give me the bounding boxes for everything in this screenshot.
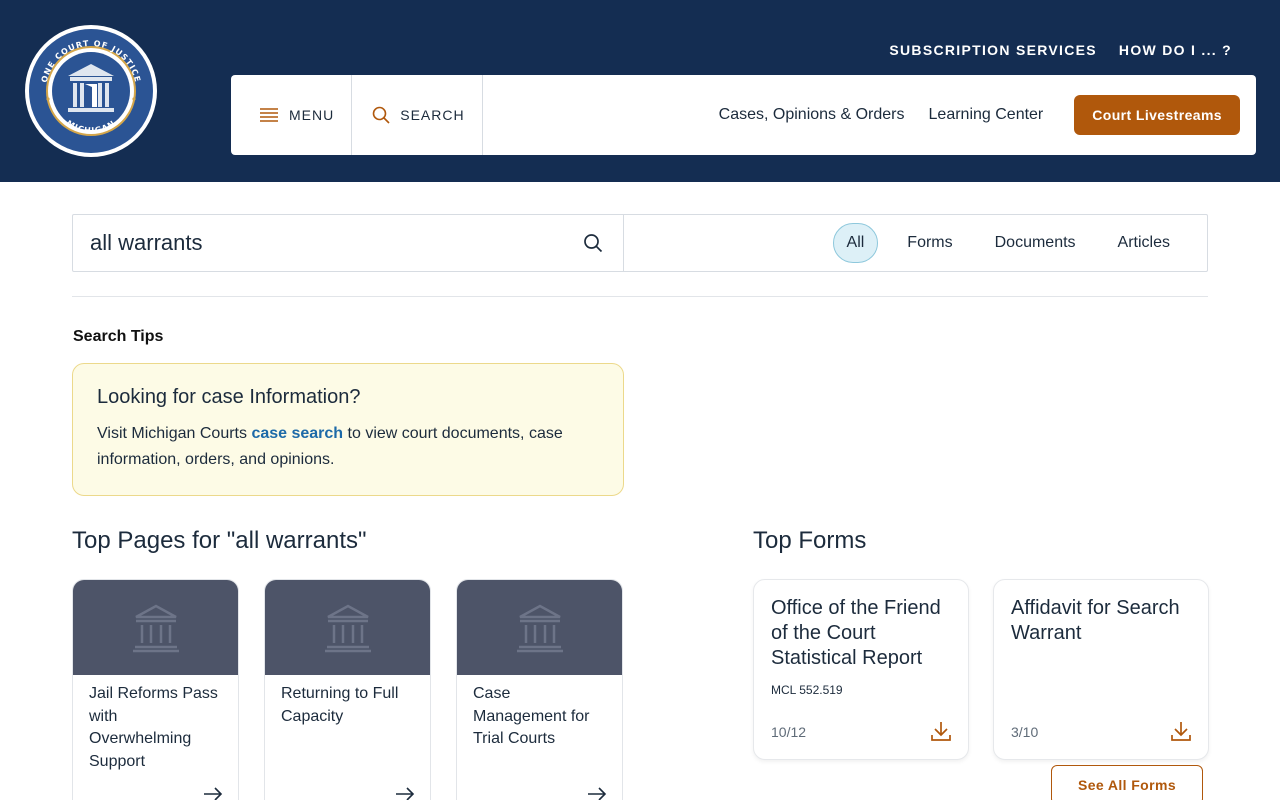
search-icon	[372, 106, 390, 124]
courthouse-icon	[324, 604, 371, 652]
arrow-right-icon	[588, 787, 607, 800]
download-icon[interactable]	[931, 720, 951, 742]
form-card[interactable]: Affidavit for Search Warrant 3/10	[993, 579, 1209, 760]
search-label: SEARCH	[400, 107, 465, 123]
page-card-title: Case Management for Trial Courts	[473, 685, 590, 747]
tip-text-before: Visit Michigan Courts	[97, 425, 252, 442]
filter-articles[interactable]: Articles	[1097, 223, 1191, 263]
utility-nav: SUBSCRIPTION SERVICES HOW DO I ... ?	[889, 42, 1232, 58]
case-search-link[interactable]: case search	[251, 425, 343, 442]
form-card-date: 3/10	[1011, 724, 1039, 740]
top-pages-heading: Top Pages for "all warrants"	[72, 527, 367, 554]
how-do-i-link[interactable]: HOW DO I ... ?	[1119, 42, 1232, 58]
form-card[interactable]: Office of the Friend of the Court Statis…	[753, 579, 969, 760]
see-all-forms-button[interactable]: See All Forms	[1051, 765, 1203, 800]
form-card-title: Affidavit for Search Warrant	[1011, 597, 1180, 644]
arrow-right-icon	[396, 787, 415, 800]
tip-card-text: Visit Michigan Courts case search to vie…	[97, 421, 599, 473]
filter-forms[interactable]: Forms	[886, 223, 973, 263]
court-livestreams-button[interactable]: Court Livestreams	[1074, 95, 1240, 135]
search-toggle-button[interactable]: SEARCH	[352, 75, 483, 155]
courthouse-icon	[132, 604, 179, 652]
case-info-tip-card: Looking for case Information? Visit Mich…	[72, 363, 624, 496]
form-card-title: Office of the Friend of the Court Statis…	[771, 597, 941, 669]
primary-links: Cases, Opinions & Orders Learning Center…	[719, 95, 1256, 135]
search-field-wrapper	[73, 215, 624, 271]
form-card-code: MCL 552.519	[771, 683, 843, 697]
form-card-date: 10/12	[771, 724, 807, 740]
court-seal-logo[interactable]: ONE COURT OF JUSTICE MICHIGAN	[24, 24, 158, 158]
cases-opinions-orders-link[interactable]: Cases, Opinions & Orders	[719, 106, 905, 124]
arrow-right-icon	[204, 787, 223, 800]
menu-button[interactable]: MENU	[231, 75, 353, 155]
search-filter-tabs: All Forms Documents Articles	[624, 215, 1207, 271]
search-submit-icon[interactable]	[583, 233, 603, 253]
search-tips-heading: Search Tips	[73, 328, 164, 345]
filter-documents[interactable]: Documents	[974, 223, 1097, 263]
page-card[interactable]: Returning to Full Capacity	[264, 579, 431, 800]
search-input[interactable]	[90, 230, 583, 256]
hamburger-icon	[260, 108, 278, 122]
page-card[interactable]: Case Management for Trial Courts	[456, 579, 623, 800]
page-card-thumbnail	[73, 580, 238, 675]
menu-label: MENU	[289, 107, 335, 123]
learning-center-link[interactable]: Learning Center	[929, 106, 1044, 124]
search-bar: All Forms Documents Articles	[72, 214, 1208, 272]
page-card-thumbnail	[265, 580, 430, 675]
tip-card-title: Looking for case Information?	[97, 386, 361, 408]
courthouse-icon	[516, 604, 563, 652]
page-card-title: Jail Reforms Pass with Overwhelming Supp…	[89, 685, 218, 770]
page-card-title: Returning to Full Capacity	[281, 685, 399, 725]
site-header: ONE COURT OF JUSTICE MICHIGAN SUBSCRIPTI…	[0, 0, 1280, 182]
main-nav-bar: MENU SEARCH Cases, Opinions & Orders Lea…	[231, 75, 1256, 155]
subscription-services-link[interactable]: SUBSCRIPTION SERVICES	[889, 42, 1097, 58]
page-card-thumbnail	[457, 580, 622, 675]
page-card[interactable]: Jail Reforms Pass with Overwhelming Supp…	[72, 579, 239, 800]
filter-all[interactable]: All	[832, 223, 879, 263]
section-divider	[72, 296, 1208, 297]
top-forms-heading: Top Forms	[753, 527, 867, 554]
download-icon[interactable]	[1171, 720, 1191, 742]
